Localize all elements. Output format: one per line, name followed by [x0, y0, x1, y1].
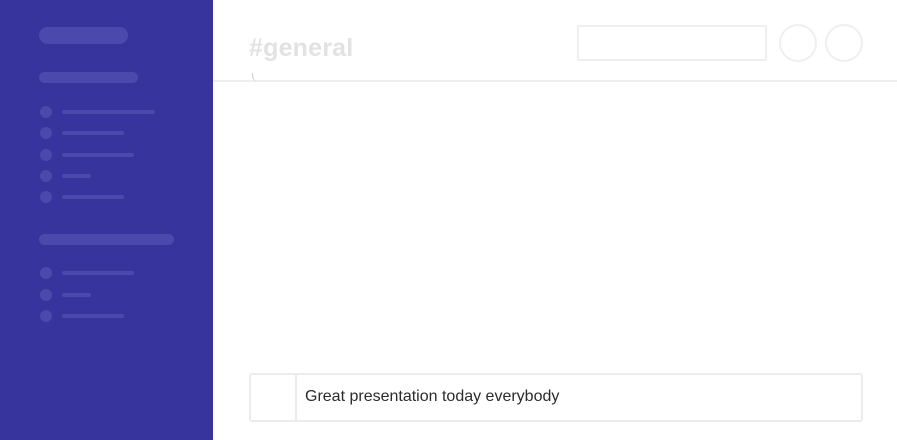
dm-label-placeholder [62, 293, 91, 297]
channel-dot-icon [40, 170, 52, 182]
dm-label-placeholder [62, 271, 134, 275]
channel-dot-icon [40, 149, 52, 161]
channel-title: #general [249, 34, 354, 62]
cutoff-glyph: ( [251, 73, 256, 81]
attach-button[interactable] [251, 375, 297, 420]
message-list-cutoff-text: ( [251, 73, 261, 85]
workspace-name-placeholder [39, 27, 128, 44]
header-icon-button[interactable] [825, 24, 863, 62]
message-composer[interactable]: Great presentation today everybody [249, 373, 863, 422]
channel-label-placeholder [62, 195, 124, 199]
channels-heading-placeholder [39, 72, 138, 83]
channel-dot-icon [40, 191, 52, 203]
dm-label-placeholder [62, 314, 124, 318]
user-dot-icon [40, 289, 52, 301]
direct-messages-heading-placeholder [39, 234, 174, 245]
channel-dot-icon [40, 106, 52, 118]
channel-header: #general [213, 0, 897, 82]
user-dot-icon [40, 310, 52, 322]
channel-label-placeholder [62, 110, 155, 114]
channel-label-placeholder [62, 174, 91, 178]
main-panel: #general ( Great presentation today ever… [213, 0, 897, 440]
message-input[interactable]: Great presentation today everybody [305, 388, 559, 406]
header-icon-button[interactable] [779, 24, 817, 62]
user-dot-icon [40, 267, 52, 279]
sidebar [0, 0, 213, 440]
search-input[interactable] [577, 25, 767, 61]
channel-label-placeholder [62, 153, 134, 157]
channel-dot-icon [40, 127, 52, 139]
channel-label-placeholder [62, 131, 124, 135]
